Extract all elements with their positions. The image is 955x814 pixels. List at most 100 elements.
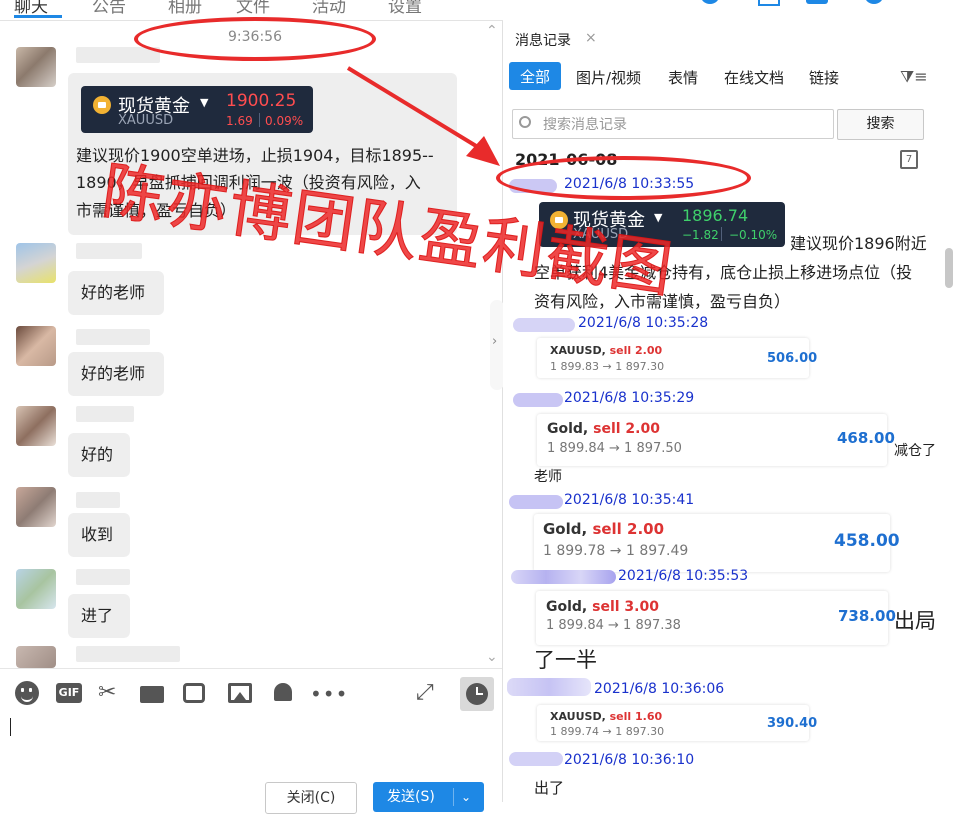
collapse-handle[interactable]: › [490, 300, 504, 390]
input-divider [0, 668, 502, 669]
text-cursor [10, 718, 11, 736]
caret-down-icon: ▼ [200, 96, 209, 109]
entry-text: 老师 [534, 469, 562, 485]
card-divider [721, 227, 722, 241]
message-bubble[interactable]: 好的 [68, 433, 130, 477]
stock-change: −1.82 [682, 228, 719, 242]
avatar[interactable] [16, 487, 56, 527]
trade-symbol-line: Gold, sell 3.00 [546, 599, 659, 615]
sender-name-blurred [511, 570, 616, 584]
send-button[interactable]: 发送(S) ⌄ [373, 782, 484, 812]
shake-icon[interactable] [183, 683, 205, 703]
entry-timestamp: 2021/6/8 10:35:41 [564, 492, 695, 508]
search-input[interactable]: 搜索消息记录 [512, 109, 834, 139]
trade-screenshot[interactable]: Gold, sell 2.00 1 899.84 → 1 897.50 468.… [537, 414, 895, 466]
avatar[interactable] [16, 47, 56, 87]
more-icon[interactable]: ••• [310, 682, 348, 706]
trade-screenshot[interactable]: XAUUSD, sell 2.00 1 899.83 → 1 897.30 50… [537, 338, 817, 378]
entry-text: 建议现价1896附近 [790, 234, 927, 253]
avatar[interactable] [16, 326, 56, 366]
message-bubble[interactable]: 进了 [68, 594, 130, 638]
folder-icon[interactable] [140, 686, 164, 703]
history-button[interactable] [460, 677, 494, 711]
scroll-up-icon[interactable]: ⌃ [486, 23, 498, 39]
scroll-down-icon[interactable]: ⌄ [486, 649, 498, 665]
stock-change: 1.69 [226, 114, 253, 128]
trade-symbol-line: Gold, sell 2.00 [547, 421, 660, 437]
tab-settings[interactable]: 设置 [388, 0, 422, 17]
send-split-divider [453, 788, 454, 806]
avatar[interactable] [16, 569, 56, 609]
call-icon[interactable] [700, 0, 720, 4]
sender-name-blurred [509, 495, 563, 509]
app-icon[interactable] [864, 0, 884, 4]
tab-files[interactable]: 文件 [236, 0, 270, 17]
scissors-icon[interactable]: ✂ [98, 680, 116, 705]
emoji-icon[interactable] [15, 681, 39, 705]
annotation-circle [496, 156, 751, 200]
stock-change-percent: 0.09% [265, 114, 304, 128]
annotation-circle [134, 17, 376, 61]
entry-timestamp: 2021/6/8 10:36:06 [594, 681, 725, 697]
scrollbar-thumb[interactable] [945, 248, 953, 288]
chevron-right-icon: › [492, 334, 498, 349]
entry-timestamp: 2021/6/8 10:35:53 [618, 568, 749, 584]
bell-icon[interactable] [274, 683, 292, 701]
expand-icon[interactable]: ⤢ [416, 680, 434, 705]
tab-announcement[interactable]: 公告 [92, 0, 126, 17]
avatar[interactable] [16, 646, 56, 668]
entry-text: 出局 [894, 609, 936, 633]
gif-icon[interactable]: GIF [56, 683, 82, 703]
trade-prices: 1 899.74 → 1 897.30 [550, 725, 665, 738]
stock-quote-card[interactable]: 现货黄金 ▼ XAUUSD 1900.25 1.69 0.09% [81, 86, 313, 133]
avatar[interactable] [16, 243, 56, 283]
send-label: 发送(S) [387, 789, 435, 805]
message-input[interactable] [0, 711, 502, 771]
stock-price: 1900.25 [226, 91, 297, 111]
sender-name-blurred [509, 752, 563, 766]
clock-icon [466, 683, 488, 705]
trade-screenshot[interactable]: Gold, sell 2.00 1 899.78 → 1 897.49 458.… [534, 514, 900, 572]
avatar[interactable] [16, 406, 56, 446]
sender-name-blurred [507, 678, 591, 696]
stock-price: 1896.74 [682, 206, 749, 225]
trade-prices: 1 899.78 → 1 897.49 [543, 543, 689, 559]
message-bubble[interactable]: 好的老师 [68, 271, 164, 315]
screen-share-icon[interactable] [758, 0, 780, 6]
filter-tab-media[interactable]: 图片/视频 [576, 67, 641, 88]
message-bubble[interactable]: 好的老师 [68, 352, 164, 396]
entry-text: 了一半 [534, 648, 597, 672]
filter-icon[interactable]: ⧩≡ [900, 67, 928, 87]
entry-timestamp: 2021/6/8 10:36:10 [564, 752, 695, 768]
send-options-icon[interactable]: ⌄ [461, 782, 471, 812]
trade-profit: 738.00 [838, 607, 896, 625]
active-tab-indicator [14, 15, 62, 18]
filter-tab-stickers[interactable]: 表情 [668, 67, 698, 88]
image-icon[interactable] [228, 683, 252, 703]
calendar-icon[interactable]: 7 [900, 150, 918, 169]
sender-name-blurred [76, 243, 142, 259]
sender-name-blurred [76, 329, 150, 345]
trade-screenshot[interactable]: Gold, sell 3.00 1 899.84 → 1 897.38 738.… [536, 591, 896, 645]
annotation-arrow [346, 66, 500, 166]
close-panel-icon[interactable]: × [585, 30, 597, 46]
filter-tab-docs[interactable]: 在线文档 [724, 67, 784, 88]
filter-tab-links[interactable]: 链接 [809, 67, 839, 88]
entry-timestamp: 2021/6/8 10:35:29 [564, 390, 695, 406]
trade-profit: 458.00 [834, 531, 900, 551]
close-button[interactable]: 关闭(C) [265, 782, 357, 814]
invite-icon[interactable] [806, 0, 828, 4]
tab-album[interactable]: 相册 [168, 0, 202, 17]
trade-symbol-line: XAUUSD, sell 1.60 [550, 710, 663, 723]
entry-text: 出了 [534, 779, 565, 797]
stock-change-percent: −0.10% [729, 228, 778, 242]
message-bubble[interactable]: 收到 [68, 513, 130, 557]
trade-symbol-line: XAUUSD, sell 2.00 [550, 344, 663, 357]
trade-screenshot[interactable]: XAUUSD, sell 1.60 1 899.74 → 1 897.30 39… [537, 705, 817, 741]
sender-name-blurred [76, 569, 130, 585]
tab-activity[interactable]: 活动 [312, 0, 346, 17]
search-button[interactable]: 搜索 [837, 109, 924, 140]
entry-timestamp: 2021/6/8 10:35:28 [578, 315, 709, 331]
panel-title[interactable]: 消息记录 [515, 30, 571, 50]
trade-profit: 506.00 [767, 351, 818, 366]
